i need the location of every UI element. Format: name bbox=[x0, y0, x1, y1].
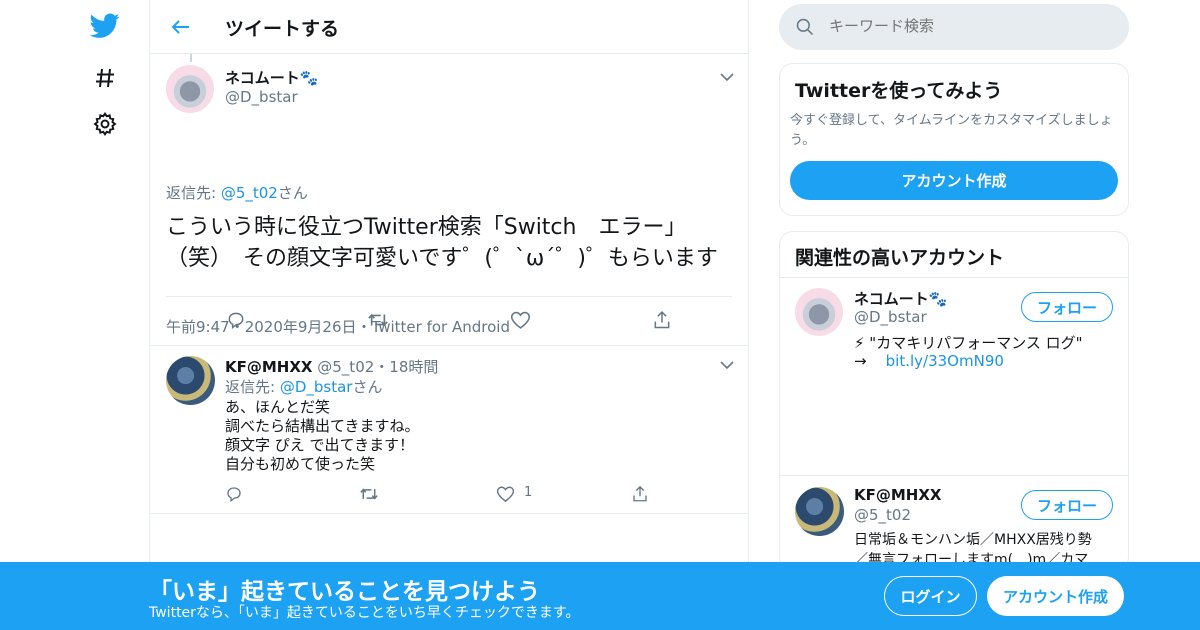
search-box[interactable] bbox=[779, 4, 1129, 50]
signup-banner: 「いま」起きていることを見つけよう Twitterなら、「いま」起きていることを… bbox=[0, 562, 1200, 630]
reply-icon[interactable] bbox=[222, 482, 246, 506]
like-icon[interactable] bbox=[508, 308, 532, 332]
retweet-icon[interactable] bbox=[366, 308, 390, 332]
divider bbox=[166, 296, 732, 297]
signup-card-title: Twitterを使ってみよう bbox=[795, 80, 1003, 102]
chevron-down-icon[interactable] bbox=[720, 360, 734, 370]
page-title: ツイートする bbox=[225, 18, 340, 40]
tweet-age[interactable]: 18時間 bbox=[389, 358, 438, 376]
account-bio: ⚡ "カマキリパフォーマンス ログ" bbox=[854, 334, 1083, 352]
create-account-button[interactable]: アカウント作成 bbox=[790, 161, 1118, 200]
search-icon bbox=[796, 18, 814, 36]
focus-tweet: ネコムート🐾 @D_bstar 返信先: @5_t02さん こういう時に役立つT… bbox=[150, 54, 748, 346]
left-nav bbox=[80, 0, 130, 630]
reply-text: あ、ほんとだ笑 調べたら結構出てきますね。 顔文字 ぴえ で出てきます！ 自分も… bbox=[225, 398, 420, 474]
divider bbox=[780, 277, 1128, 278]
thread-line bbox=[190, 54, 192, 62]
tweet-text: こういう時に役立つTwitter検索「Switch エラー」（笑） その顔文字可… bbox=[166, 215, 718, 271]
avatar[interactable] bbox=[795, 487, 844, 536]
divider bbox=[780, 475, 1128, 476]
reply-suffix: さん bbox=[352, 378, 383, 396]
author-handle[interactable]: @D_bstar bbox=[225, 88, 298, 106]
gear-icon[interactable] bbox=[88, 107, 122, 141]
hashtag-icon[interactable] bbox=[88, 61, 122, 95]
page-header: ツイートする bbox=[150, 0, 748, 54]
reply-to-line: 返信先: @5_t02さん bbox=[166, 182, 308, 203]
follow-button[interactable]: フォロー bbox=[1021, 490, 1113, 520]
reply-line: 調べたら結構出てきますね。 bbox=[225, 417, 420, 435]
back-arrow-icon[interactable] bbox=[168, 14, 194, 40]
account-name[interactable]: KF@MHXX bbox=[854, 486, 941, 504]
banner-title: 「いま」起きていることを見つけよう bbox=[149, 579, 540, 605]
signup-card-desc: 今すぐ登録して、タイムラインをカスタマイズしましょう。 bbox=[790, 113, 1113, 148]
account-handle[interactable]: @D_bstar bbox=[854, 308, 927, 326]
reply-prefix: 返信先: bbox=[225, 378, 280, 396]
banner-signup-button[interactable]: アカウント作成 bbox=[987, 576, 1124, 616]
like-icon[interactable] bbox=[493, 482, 517, 506]
reply-handle-link[interactable]: @D_bstar bbox=[280, 378, 353, 396]
account-bio: 日常垢＆モンハン垢／MHXX居残り勢 bbox=[854, 532, 1092, 548]
related-accounts-card: 関連性の高いアカウント ネコムート🐾 @D_bstar フォロー ⚡ "カマキリ… bbox=[779, 231, 1129, 571]
reply-icon[interactable] bbox=[224, 308, 248, 332]
account-bio-line: → bit.ly/33OmN90 bbox=[854, 352, 1004, 370]
author-name[interactable]: KF@MHXX bbox=[225, 358, 312, 376]
reply-to-line: 返信先: @D_bstarさん bbox=[225, 376, 382, 397]
like-count: 1 bbox=[524, 485, 533, 500]
reply-prefix: 返信先: bbox=[166, 184, 221, 202]
tweet-actions bbox=[150, 308, 748, 334]
follow-button[interactable]: フォロー bbox=[1021, 292, 1113, 322]
share-icon[interactable] bbox=[650, 308, 674, 332]
retweet-icon[interactable] bbox=[357, 482, 381, 506]
chevron-down-icon[interactable] bbox=[720, 72, 734, 82]
reply-line: 顔文字 ぴえ で出てきます！ bbox=[225, 436, 415, 454]
related-card-title: 関連性の高いアカウント bbox=[795, 247, 1005, 269]
reply-header: KF@MHXX @5_t02・18時間 bbox=[225, 356, 438, 377]
reply-line: あ、ほんとだ笑 bbox=[225, 398, 331, 416]
avatar[interactable] bbox=[166, 356, 215, 405]
avatar[interactable] bbox=[795, 288, 843, 336]
share-icon[interactable] bbox=[628, 482, 652, 506]
account-name[interactable]: ネコムート🐾 bbox=[854, 288, 947, 309]
banner-subtitle: Twitterなら、「いま」起きていることをいち早くチェックできます。 bbox=[149, 605, 580, 621]
reply-tweet[interactable]: KF@MHXX @5_t02・18時間 返信先: @D_bstarさん あ、ほん… bbox=[150, 346, 748, 514]
arrow-glyph: → bbox=[854, 352, 867, 370]
search-input[interactable] bbox=[829, 17, 1089, 35]
signup-card: Twitterを使ってみよう 今すぐ登録して、タイムラインをカスタマイズしましょ… bbox=[779, 63, 1129, 216]
reply-actions: 1 bbox=[150, 484, 748, 504]
avatar[interactable] bbox=[166, 65, 214, 113]
author-name[interactable]: ネコムート🐾 bbox=[225, 67, 318, 88]
account-handle[interactable]: @5_t02 bbox=[854, 506, 911, 524]
main-column: ツイートする ネコムート🐾 @D_bstar 返信先: @5_t02さん こうい… bbox=[149, 0, 749, 630]
reply-line: 自分も初めて使った笑 bbox=[225, 455, 376, 473]
reply-suffix: さん bbox=[277, 184, 308, 202]
bio-link[interactable]: bit.ly/33OmN90 bbox=[886, 352, 1004, 370]
twitter-bird-icon[interactable] bbox=[88, 9, 122, 43]
reply-handle-link[interactable]: @5_t02 bbox=[221, 184, 278, 202]
author-handle[interactable]: @5_t02 bbox=[317, 358, 374, 376]
login-button[interactable]: ログイン bbox=[884, 576, 977, 616]
meta-dot: ・ bbox=[374, 358, 390, 376]
